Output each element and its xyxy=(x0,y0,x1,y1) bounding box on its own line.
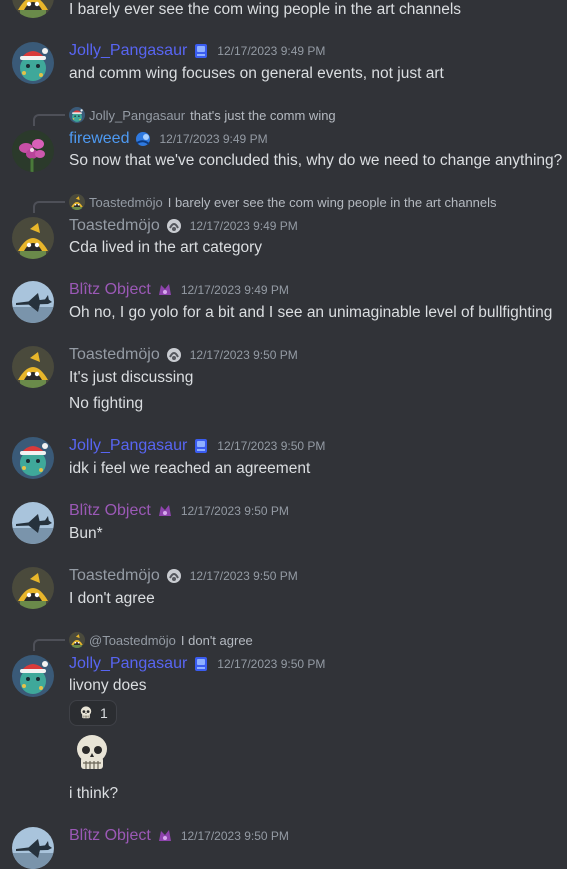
reply-preview[interactable]: Jolly_Pangasaur that's just the comm win… xyxy=(69,107,336,123)
timestamp: 12/17/2023 9:50 PM xyxy=(189,569,298,583)
username[interactable]: Toastedmöjo xyxy=(69,567,160,585)
reaction-count: 1 xyxy=(100,705,108,721)
reply-username[interactable]: @Toastedmöjo xyxy=(89,633,176,648)
username[interactable]: Blîtz Object xyxy=(69,281,151,299)
timestamp: 12/17/2023 9:50 PM xyxy=(217,439,326,453)
reply-preview[interactable]: Toastedmöjo I barely ever see the com wi… xyxy=(69,194,497,210)
reply-spine xyxy=(33,201,65,213)
reply-preview[interactable]: @Toastedmöjo I don't agree xyxy=(69,632,253,648)
message-text: I barely ever see the com wing people in… xyxy=(69,1,462,18)
silver-badge-icon[interactable] xyxy=(165,346,183,364)
username[interactable]: Blîtz Object xyxy=(69,502,151,520)
silver-badge-icon[interactable] xyxy=(165,217,183,235)
avatar[interactable] xyxy=(12,0,54,18)
username[interactable]: Jolly_Pangasaur xyxy=(69,437,187,455)
timestamp: 12/17/2023 9:50 PM xyxy=(180,504,289,518)
avatar[interactable] xyxy=(12,42,54,84)
message-text: I don't agree xyxy=(69,590,155,607)
timestamp: 12/17/2023 9:50 PM xyxy=(189,348,298,362)
avatar[interactable] xyxy=(12,437,54,479)
reply-text: I don't agree xyxy=(180,632,253,648)
message-text: So now that we've concluded this, why do… xyxy=(69,152,563,169)
reply-username[interactable]: Jolly_Pangasaur xyxy=(89,108,185,123)
purple-badge-icon[interactable] xyxy=(156,827,174,845)
username[interactable]: Toastedmöjo xyxy=(69,346,160,364)
reply-avatar xyxy=(69,194,85,210)
silver-badge-icon[interactable] xyxy=(165,567,183,585)
blue-gem-badge-icon[interactable] xyxy=(192,437,210,455)
timestamp: 12/17/2023 9:49 PM xyxy=(180,283,289,297)
message-text: Bun* xyxy=(69,525,103,542)
username[interactable]: fireweed xyxy=(69,130,129,148)
skull-emoji-icon xyxy=(78,705,94,721)
reply-avatar xyxy=(69,632,85,648)
username[interactable]: Toastedmöjo xyxy=(69,217,160,235)
message-text: It's just discussing xyxy=(69,369,194,386)
purple-badge-icon[interactable] xyxy=(156,281,174,299)
avatar[interactable] xyxy=(12,281,54,323)
purple-badge-icon[interactable] xyxy=(156,502,174,520)
message-text: Cda lived in the art category xyxy=(69,239,262,256)
reply-username[interactable]: Toastedmöjo xyxy=(89,195,163,210)
avatar[interactable] xyxy=(12,567,54,609)
blue-gem-badge-icon[interactable] xyxy=(192,655,210,673)
username[interactable]: Jolly_Pangasaur xyxy=(69,655,187,673)
timestamp: 12/17/2023 9:50 PM xyxy=(180,829,289,843)
username[interactable]: Jolly_Pangasaur xyxy=(69,42,187,60)
username[interactable]: Blîtz Object xyxy=(69,827,151,845)
message-text: i think? xyxy=(69,785,119,802)
skull-sticker-icon[interactable] xyxy=(69,731,115,777)
timestamp: 12/17/2023 9:50 PM xyxy=(217,657,326,671)
timestamp: 12/17/2023 9:49 PM xyxy=(189,219,298,233)
timestamp: 12/17/2023 9:49 PM xyxy=(217,44,326,58)
blue-mascot-badge-icon[interactable] xyxy=(134,130,152,148)
reply-avatar xyxy=(69,107,85,123)
message-text: Oh no, I go yolo for a bit and I see an … xyxy=(69,304,553,321)
avatar[interactable] xyxy=(12,827,54,869)
reaction-button[interactable]: 1 xyxy=(69,700,117,726)
avatar[interactable] xyxy=(12,130,54,172)
timestamp: 12/17/2023 9:49 PM xyxy=(159,132,268,146)
reply-text: I barely ever see the com wing people in… xyxy=(167,194,497,210)
message-text: No fighting xyxy=(69,395,144,412)
avatar[interactable] xyxy=(12,346,54,388)
blue-gem-badge-icon[interactable] xyxy=(192,42,210,60)
reply-spine xyxy=(33,114,65,126)
message-text: livony does xyxy=(69,677,147,694)
reply-text: that's just the comm wing xyxy=(190,107,336,123)
avatar[interactable] xyxy=(12,502,54,544)
message-text: idk i feel we reached an agreement xyxy=(69,460,311,477)
message-text: and comm wing focuses on general events,… xyxy=(69,65,444,82)
avatar[interactable] xyxy=(12,217,54,259)
avatar[interactable] xyxy=(12,655,54,697)
reply-spine xyxy=(33,639,65,651)
